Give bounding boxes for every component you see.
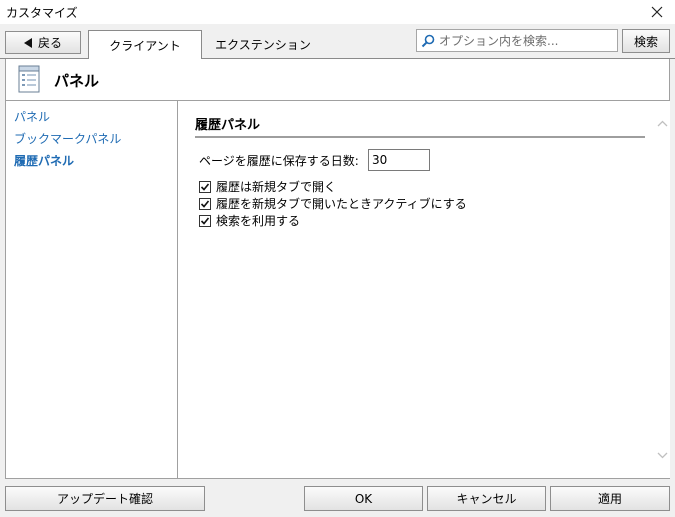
- close-icon: [651, 6, 663, 18]
- open-history-in-new-tab-checkbox[interactable]: [199, 180, 211, 193]
- open-history-in-new-tab-label: 履歴は新規タブで開く: [216, 180, 337, 194]
- scroll-up-button[interactable]: [655, 115, 670, 132]
- ok-button[interactable]: OK: [304, 486, 423, 511]
- activate-new-tab-label: 履歴を新規タブで開いたときアクティブにする: [216, 197, 467, 211]
- section-title: 履歴パネル: [195, 118, 261, 133]
- sidebar-item-panel[interactable]: パネル: [6, 106, 177, 128]
- section-divider: [195, 136, 645, 138]
- history-days-label: ページを履歴に保存する日数:: [199, 154, 359, 168]
- chevron-down-icon: [657, 452, 668, 459]
- tab-client[interactable]: クライアント: [88, 30, 202, 60]
- page-title: パネル: [54, 72, 100, 90]
- back-arrow-icon: [23, 37, 32, 48]
- apply-label: 適用: [597, 492, 622, 506]
- customize-window: カスタマイズ 戻る クライアント エクステンション オプション内を検索... 検…: [0, 0, 675, 517]
- search-button-label: 検索: [633, 34, 658, 49]
- back-button[interactable]: 戻る: [5, 31, 81, 54]
- history-days-input[interactable]: 30: [368, 149, 430, 171]
- scroll-down-button[interactable]: [655, 447, 670, 464]
- activate-new-tab-option[interactable]: 履歴を新規タブで開いたときアクティブにする: [199, 195, 467, 212]
- activate-new-tab-checkbox[interactable]: [199, 197, 211, 210]
- checkmark-icon: [200, 216, 210, 225]
- check-update-button[interactable]: アップデート確認: [5, 486, 205, 511]
- tab-extension-label: エクステンション: [215, 38, 311, 52]
- settings-content: 履歴パネル ページを履歴に保存する日数: 30 履歴は新規タブで開く 履歴を新規…: [178, 101, 670, 479]
- use-search-option[interactable]: 検索を利用する: [199, 212, 300, 229]
- window-title: カスタマイズ: [6, 6, 78, 20]
- open-history-in-new-tab-option[interactable]: 履歴は新規タブで開く: [199, 178, 336, 195]
- apply-button[interactable]: 適用: [550, 486, 670, 511]
- checkmark-icon: [200, 182, 210, 191]
- cancel-button[interactable]: キャンセル: [427, 486, 546, 511]
- cancel-label: キャンセル: [456, 492, 517, 506]
- use-search-checkbox[interactable]: [199, 214, 211, 227]
- sidebar-item-history-panel[interactable]: 履歴パネル: [6, 150, 177, 172]
- tab-extension[interactable]: エクステンション: [203, 30, 323, 59]
- sidebar-item-bookmark-panel[interactable]: ブックマークパネル: [6, 128, 177, 150]
- checkmark-icon: [200, 199, 210, 208]
- title-bar: カスタマイズ: [0, 0, 675, 24]
- panel-icon: [18, 65, 40, 93]
- search-button[interactable]: 検索: [622, 29, 670, 53]
- chevron-up-icon: [657, 120, 668, 127]
- search-placeholder: オプション内を検索...: [439, 34, 559, 48]
- close-button[interactable]: [639, 0, 675, 24]
- ok-label: OK: [354, 491, 373, 506]
- toolbar: 戻る クライアント エクステンション オプション内を検索... 検索: [0, 24, 675, 60]
- sidebar: パネル ブックマークパネル 履歴パネル: [5, 101, 178, 479]
- back-button-label: 戻る: [37, 36, 62, 50]
- search-icon: [421, 34, 435, 47]
- panel-header: パネル: [5, 59, 670, 101]
- tab-client-label: クライアント: [109, 38, 181, 53]
- check-update-label: アップデート確認: [56, 492, 153, 506]
- use-search-label: 検索を利用する: [216, 214, 301, 228]
- search-input[interactable]: オプション内を検索...: [416, 29, 618, 52]
- vertical-scrollbar[interactable]: [655, 101, 670, 478]
